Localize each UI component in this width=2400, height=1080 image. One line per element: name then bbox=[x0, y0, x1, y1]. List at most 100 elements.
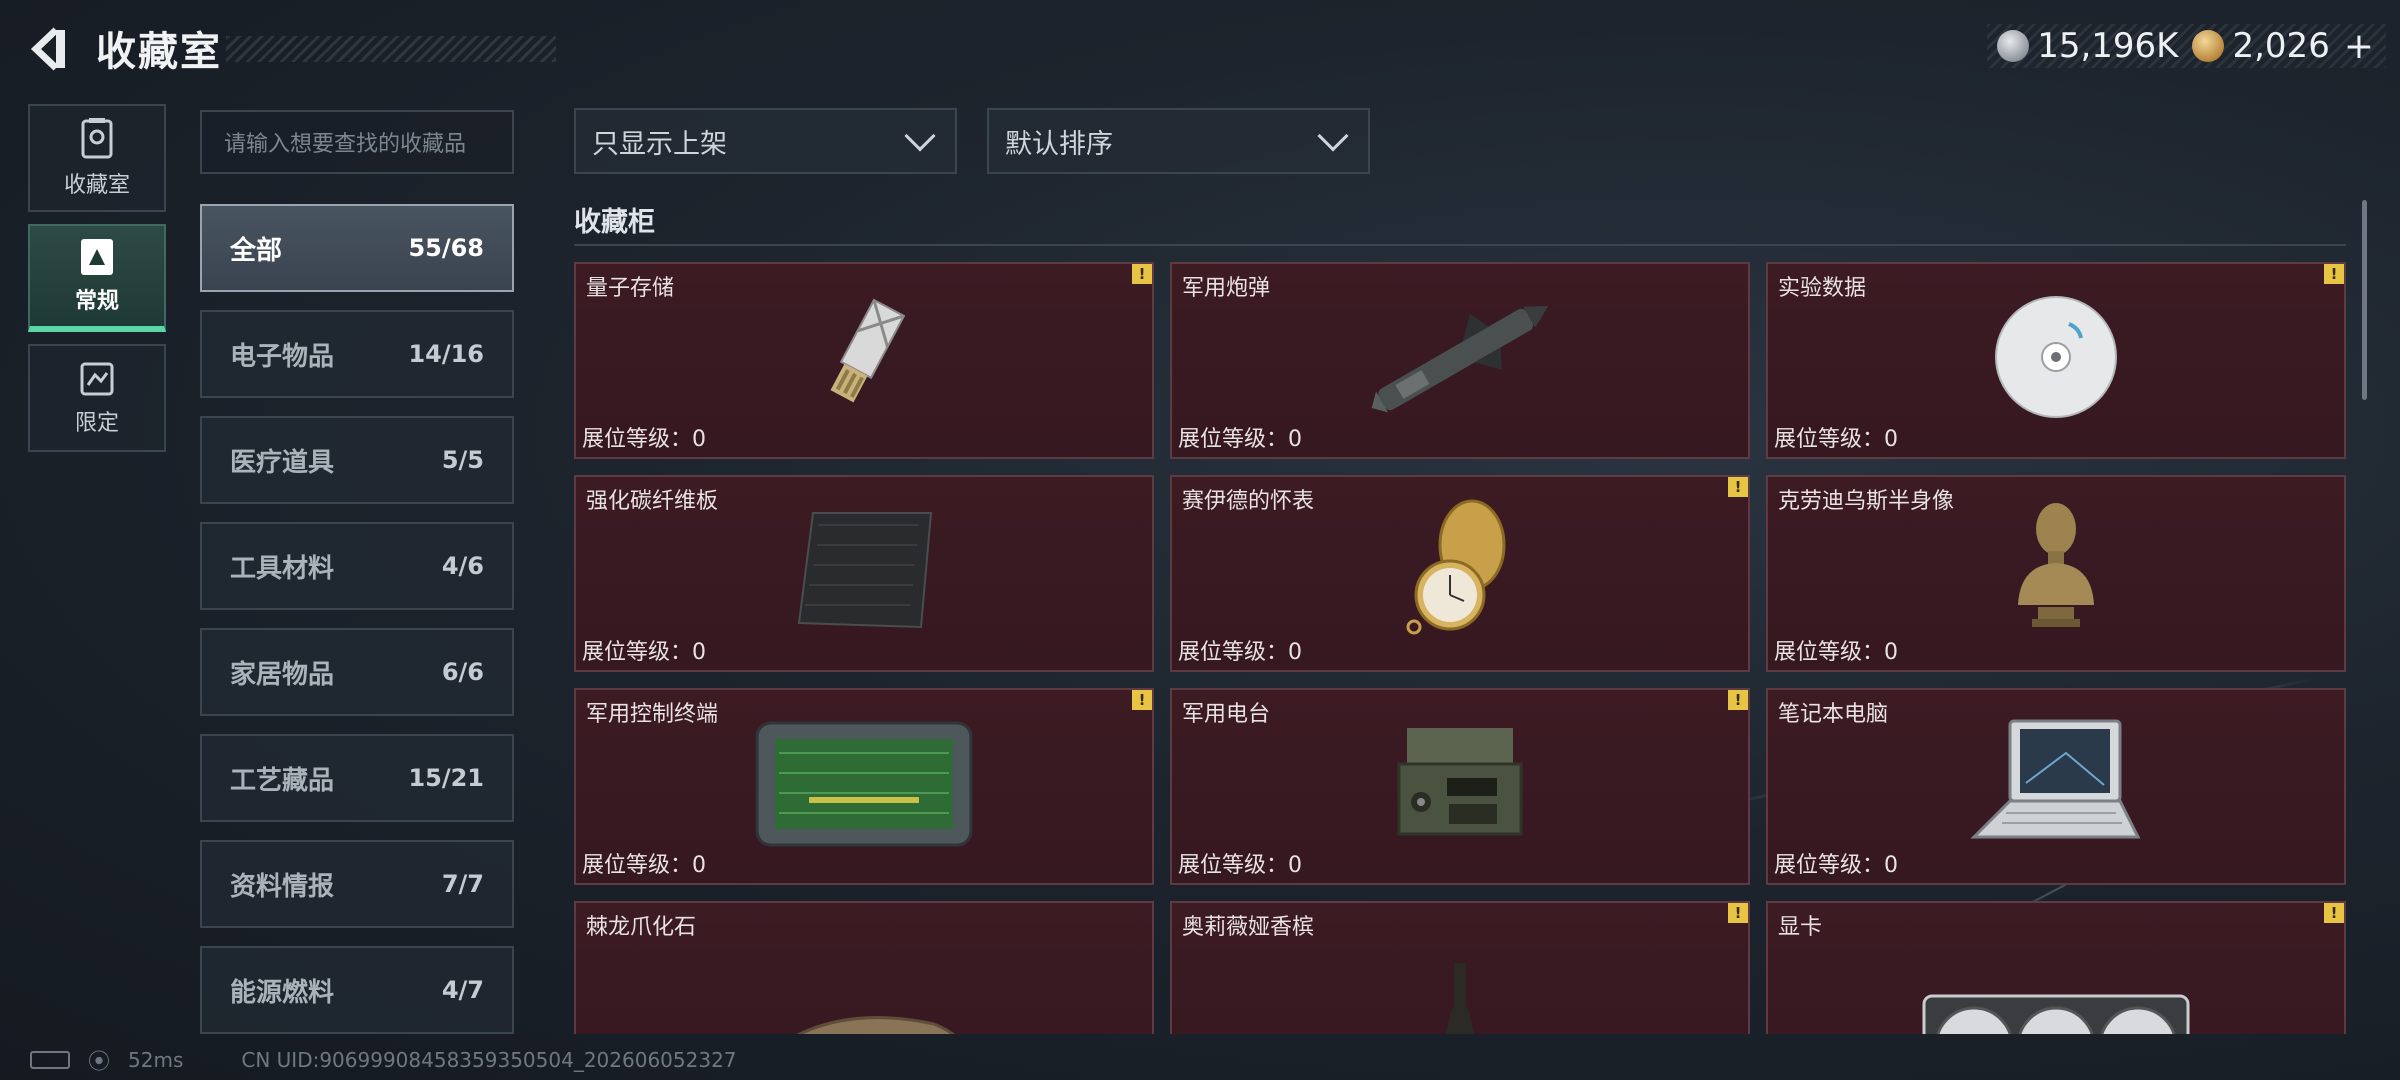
mode-label: 常规 bbox=[74, 289, 119, 314]
collection-item-card[interactable]: 强化碳纤维板 展位等级：0 bbox=[574, 475, 1154, 672]
collection-grid: 量子存储 ! 展位等级：0 军用炮弹 展位等级：0 实验数据 ! 展位等级：0 … bbox=[574, 262, 2346, 1034]
collection-item-card[interactable]: 棘龙爪化石 展位等级：0 bbox=[574, 901, 1154, 1034]
category-intel[interactable]: 资料情报 7/7 bbox=[200, 840, 514, 928]
section-title: 收藏柜 bbox=[574, 207, 655, 238]
graphics-card-icon bbox=[1922, 994, 2190, 1034]
display-level: 展位等级：0 bbox=[582, 427, 706, 452]
bust-icon bbox=[2018, 502, 2094, 627]
currency-bar: 15,196K 2,026 + bbox=[1987, 24, 2386, 68]
item-name: 军用炮弹 bbox=[1182, 276, 1271, 301]
category-name: 家居物品 bbox=[230, 659, 335, 690]
back-button[interactable] bbox=[26, 24, 72, 74]
scrollbar[interactable] bbox=[2362, 200, 2367, 400]
display-level: 展位等级：0 bbox=[1774, 640, 1898, 665]
display-level: 展位等级：0 bbox=[582, 640, 706, 665]
currency-silver: 15,196K bbox=[1997, 26, 2178, 66]
radio-icon bbox=[1397, 727, 1523, 836]
category-medical[interactable]: 医疗道具 5/5 bbox=[200, 416, 514, 504]
category-count: 4/7 bbox=[441, 976, 484, 1004]
missile-icon bbox=[1371, 305, 1549, 413]
title-decoration bbox=[226, 36, 556, 62]
sort-value: 默认排序 bbox=[1005, 128, 1113, 160]
mode-nav: 收藏室 常规 限定 bbox=[28, 104, 166, 464]
item-name: 实验数据 bbox=[1778, 276, 1867, 301]
category-name: 电子物品 bbox=[230, 341, 335, 372]
page-title: 收藏室 bbox=[96, 29, 222, 75]
claw-fossil-icon bbox=[795, 1015, 956, 1034]
limited-icon bbox=[80, 362, 114, 396]
collection-item-card[interactable]: 量子存储 ! 展位等级：0 bbox=[574, 262, 1154, 459]
collection-item-card[interactable]: 克劳迪乌斯半身像 展位等级：0 bbox=[1766, 475, 2346, 672]
mode-collection-room[interactable]: 收藏室 bbox=[28, 104, 166, 212]
collection-item-card[interactable]: 赛伊德的怀表 ! 展位等级：0 bbox=[1170, 475, 1750, 672]
category-crafts[interactable]: 工艺藏品 15/21 bbox=[200, 734, 514, 822]
item-name: 军用电台 bbox=[1182, 702, 1271, 727]
chevron-down-icon bbox=[1317, 120, 1349, 152]
collection-item-card[interactable]: 实验数据 ! 展位等级：0 bbox=[1766, 262, 2346, 459]
alert-badge: ! bbox=[1132, 264, 1152, 284]
category-all[interactable]: 全部 55/68 bbox=[200, 204, 514, 292]
add-currency-button[interactable]: + bbox=[2344, 26, 2374, 67]
alert-badge: ! bbox=[1728, 903, 1748, 923]
category-electronics[interactable]: 电子物品 14/16 bbox=[200, 310, 514, 398]
section-divider bbox=[574, 244, 2346, 246]
alert-badge: ! bbox=[2324, 264, 2344, 284]
collection-item-card[interactable]: 显卡 ! 展位等级：0 bbox=[1766, 901, 2346, 1034]
item-name: 量子存储 bbox=[586, 276, 675, 301]
collection-item-card[interactable]: 奥莉薇娅香槟 ! 展位等级：0 bbox=[1170, 901, 1750, 1034]
sort-dropdown[interactable]: 默认排序 bbox=[987, 108, 1370, 174]
category-name: 资料情报 bbox=[230, 871, 335, 902]
category-household[interactable]: 家居物品 6/6 bbox=[200, 628, 514, 716]
silver-coin-icon bbox=[1997, 30, 2030, 62]
mode-limited[interactable]: 限定 bbox=[28, 344, 166, 452]
ping-value: 52ms bbox=[128, 1048, 184, 1072]
item-name: 强化碳纤维板 bbox=[586, 489, 719, 514]
category-count: 14/16 bbox=[408, 340, 484, 368]
category-tools[interactable]: 工具材料 4/6 bbox=[200, 522, 514, 610]
collection-room-icon bbox=[81, 118, 113, 159]
item-name: 克劳迪乌斯半身像 bbox=[1778, 489, 1955, 514]
battery-icon bbox=[30, 1051, 70, 1069]
display-filter-dropdown[interactable]: 只显示上架 bbox=[574, 108, 957, 174]
back-arrow-icon bbox=[30, 27, 65, 71]
pocket-watch-icon bbox=[1406, 499, 1506, 635]
display-level: 展位等级：0 bbox=[582, 853, 706, 878]
collection-item-card[interactable]: 笔记本电脑 展位等级：0 bbox=[1766, 688, 2346, 885]
category-count: 5/5 bbox=[441, 446, 484, 474]
mode-regular[interactable]: 常规 bbox=[28, 224, 166, 332]
display-level: 展位等级：0 bbox=[1178, 853, 1302, 878]
disc-icon bbox=[1995, 295, 2117, 418]
laptop-icon bbox=[1970, 719, 2141, 839]
category-count: 6/6 bbox=[441, 658, 484, 686]
item-name: 笔记本电脑 bbox=[1778, 702, 1889, 727]
mode-label: 收藏室 bbox=[63, 173, 130, 198]
carbon-plate-icon bbox=[797, 511, 933, 628]
category-energy[interactable]: 能源燃料 4/7 bbox=[200, 946, 514, 1034]
search-input[interactable]: 请输入想要查找的收藏品 bbox=[200, 110, 514, 174]
alert-badge: ! bbox=[1728, 477, 1748, 497]
display-filter-value: 只显示上架 bbox=[592, 128, 727, 160]
uid-text: CN UID:906999084583593505​04_20260605232… bbox=[241, 1048, 737, 1072]
header: 收藏室 15,196K 2,026 + bbox=[0, 0, 2400, 100]
collection-item-card[interactable]: 军用炮弹 展位等级：0 bbox=[1170, 262, 1750, 459]
alert-badge: ! bbox=[1728, 690, 1748, 710]
category-name: 工艺藏品 bbox=[230, 765, 335, 796]
category-name: 全部 bbox=[230, 235, 283, 266]
collection-item-card[interactable]: 军用电台 ! 展位等级：0 bbox=[1170, 688, 1750, 885]
category-count: 55/68 bbox=[408, 234, 484, 262]
item-name: 显卡 bbox=[1778, 915, 1823, 940]
usb-drive-icon bbox=[830, 298, 906, 402]
category-count: 4/6 bbox=[441, 552, 484, 580]
display-level: 展位等级：0 bbox=[1178, 427, 1302, 452]
page-title-wrap: 收藏室 bbox=[96, 22, 556, 75]
alert-badge: ! bbox=[1132, 690, 1152, 710]
currency-silver-value: 15,196K bbox=[2037, 26, 2179, 66]
wifi-icon: ⦿ bbox=[88, 1050, 111, 1075]
chevron-down-icon bbox=[904, 120, 936, 152]
item-name: 军用控制终端 bbox=[586, 702, 719, 727]
category-list: 全部 55/68 电子物品 14/16 医疗道具 5/5 工具材料 4/6 家居… bbox=[200, 204, 514, 1052]
champagne-icon bbox=[1446, 963, 1474, 1034]
collection-item-card[interactable]: 军用控制终端 ! 展位等级：0 bbox=[574, 688, 1154, 885]
category-count: 15/21 bbox=[408, 764, 484, 792]
category-name: 医疗道具 bbox=[230, 447, 335, 478]
